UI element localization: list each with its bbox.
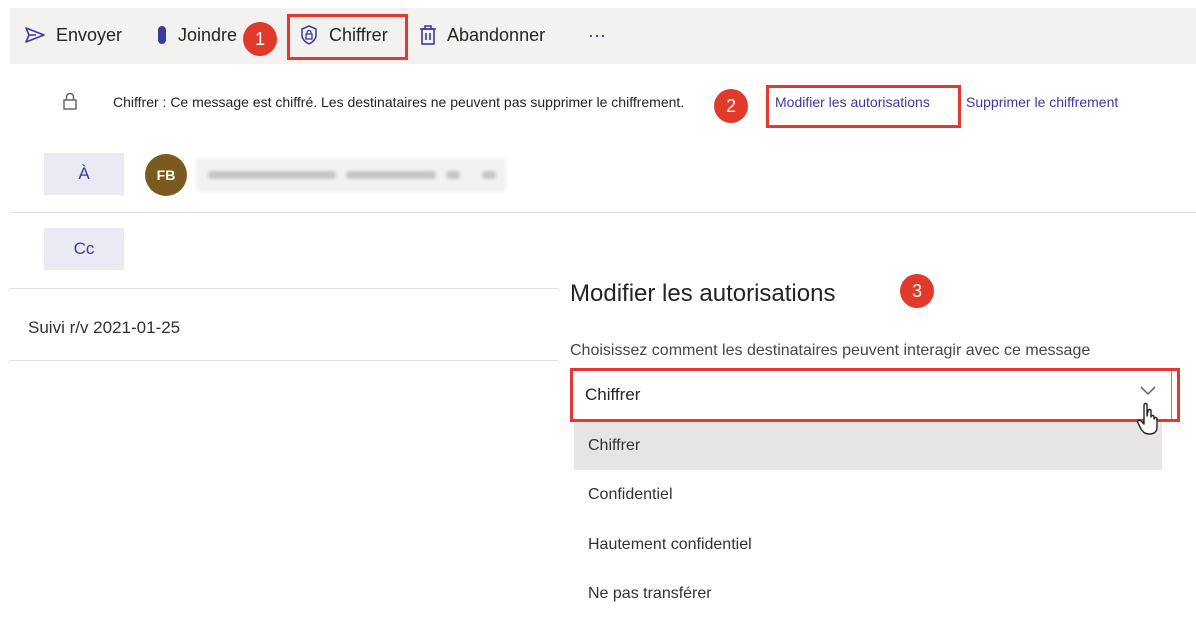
trash-icon bbox=[420, 25, 436, 45]
send-icon bbox=[25, 27, 45, 43]
discard-button[interactable]: Abandonner bbox=[419, 20, 545, 50]
step-2-badge: 2 bbox=[714, 89, 748, 123]
send-label: Envoyer bbox=[56, 24, 123, 45]
more-label: ··· bbox=[588, 24, 606, 45]
encryption-message: Chiffrer : Ce message est chiffré. Les d… bbox=[113, 94, 685, 110]
step-3-badge: 3 bbox=[900, 274, 934, 308]
encryption-infobar: Chiffrer : Ce message est chiffré. Les d… bbox=[10, 64, 1196, 136]
panel-title: Modifier les autorisations bbox=[570, 280, 836, 307]
to-button[interactable]: À bbox=[44, 153, 124, 195]
permissions-dropdown[interactable]: Chiffrer bbox=[572, 368, 1172, 420]
more-options-button[interactable]: ··· bbox=[588, 20, 606, 50]
recipient-name-redacted bbox=[196, 158, 506, 192]
dropdown-option[interactable]: Ne pas transférer bbox=[574, 570, 1162, 618]
encrypt-label: Chiffrer bbox=[329, 24, 388, 45]
attach-label: Joindre bbox=[178, 24, 238, 45]
subject-field[interactable]: Suivi r/v 2021-01-25 bbox=[28, 318, 180, 338]
remove-encryption-link[interactable]: Supprimer le chiffrement bbox=[964, 94, 1119, 110]
dropdown-selected-value: Chiffrer bbox=[585, 385, 641, 404]
dropdown-option[interactable]: Chiffrer bbox=[574, 422, 1162, 470]
send-button[interactable]: Envoyer bbox=[24, 20, 122, 50]
permissions-panel: Modifier les autorisations 3 Choisissez … bbox=[558, 262, 1196, 609]
avatar: FB bbox=[145, 154, 187, 196]
dropdown-option[interactable]: Confidentiel bbox=[574, 471, 1162, 519]
compose-toolbar: Envoyer Joindre Chiffrer Abandonner ··· bbox=[10, 8, 1196, 65]
cc-button[interactable]: Cc bbox=[44, 228, 124, 270]
change-permissions-link[interactable]: Modifier les autorisations bbox=[773, 94, 930, 110]
encrypt-button[interactable]: Chiffrer bbox=[299, 20, 388, 50]
paperclip-icon bbox=[158, 26, 166, 44]
shield-lock-icon bbox=[301, 25, 317, 45]
hand-cursor-icon bbox=[1137, 402, 1158, 435]
lock-icon bbox=[63, 92, 77, 110]
chevron-down-icon bbox=[1140, 386, 1156, 396]
subject-divider bbox=[10, 360, 570, 361]
attach-button[interactable]: Joindre bbox=[156, 20, 237, 50]
discard-label: Abandonner bbox=[447, 24, 546, 45]
to-row: À FB bbox=[10, 136, 1196, 213]
step-1-badge: 1 bbox=[243, 22, 277, 56]
panel-subtitle: Choisissez comment les destinataires peu… bbox=[570, 342, 1091, 359]
dropdown-option[interactable]: Hautement confidentiel bbox=[574, 521, 1162, 569]
